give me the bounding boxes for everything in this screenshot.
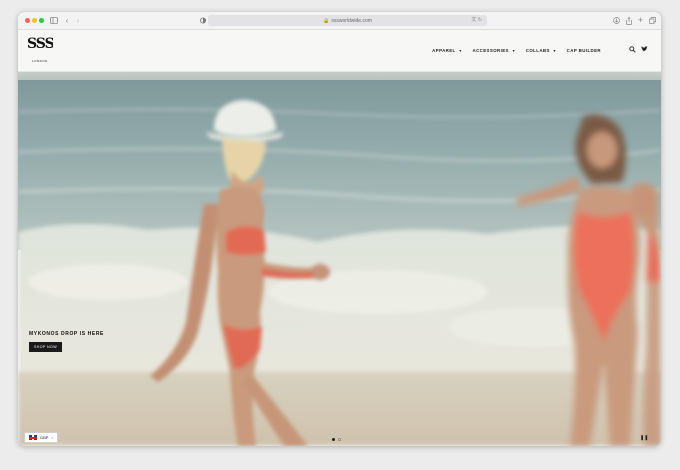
logo-subtitle: LONDON: [32, 59, 48, 63]
slide-pagination: [332, 438, 341, 441]
uk-flag-icon: [29, 435, 37, 440]
caret-down-icon: ▼: [552, 48, 557, 53]
browser-window: ‹ › 🔒 sssworldwide.com 文 ↻ + SSS LONDON …: [18, 12, 661, 446]
nav-collabs[interactable]: COLLABS ▼: [526, 48, 557, 53]
nav-cap-builder[interactable]: CAP BUILDER: [567, 48, 601, 53]
nav-apparel[interactable]: APPAREL ▼: [432, 48, 462, 53]
hero-image: [18, 72, 661, 446]
browser-titlebar: ‹ › 🔒 sssworldwide.com 文 ↻ +: [18, 12, 661, 30]
nav-accessories-label: ACCESSORIES: [472, 48, 509, 53]
main-nav: APPAREL ▼ ACCESSORIES ▼ COLLABS ▼ CAP BUILD…: [432, 48, 601, 53]
pause-icon[interactable]: ❚❚: [640, 435, 648, 441]
address-bar[interactable]: 🔒 sssworldwide.com 文 ↻: [208, 15, 487, 26]
nav-cap-builder-label: CAP BUILDER: [566, 48, 601, 53]
lock-icon: 🔒: [323, 17, 330, 24]
logo-text: SSS: [27, 36, 53, 51]
search-icon[interactable]: [629, 46, 636, 55]
nav-apparel-label: APPAREL: [432, 48, 456, 53]
chevron-right-icon[interactable]: ›: [75, 15, 81, 26]
shop-now-button[interactable]: SHOP NOW: [29, 342, 62, 352]
currency-selector[interactable]: GBP ›: [24, 432, 58, 443]
site-header: SSS LONDON APPAREL ▼ ACCESSORIES ▼ COLLABS…: [18, 30, 661, 72]
share-icon[interactable]: [625, 15, 632, 26]
translate-icon[interactable]: 文 ↻: [471, 15, 482, 26]
nav-collabs-label: COLLABS: [525, 48, 550, 53]
tab-overview-icon[interactable]: [649, 15, 656, 26]
caret-down-icon: ▼: [458, 48, 463, 53]
hero-banner[interactable]: MYKONOS DROP IS HERE SHOP NOW GBP › ❚❚: [18, 72, 661, 446]
chevron-right-icon: ›: [51, 435, 53, 440]
sidebar-icon[interactable]: [49, 15, 58, 26]
website: SSS LONDON APPAREL ▼ ACCESSORIES ▼ COLLABS…: [18, 30, 661, 446]
chevron-left-icon[interactable]: ‹: [64, 15, 70, 26]
url-text: sssworldwide.com: [331, 17, 372, 24]
currency-code: GBP: [40, 435, 49, 440]
nav-accessories[interactable]: ACCESSORIES ▼: [473, 48, 516, 53]
slide-dot-1[interactable]: [332, 438, 335, 441]
caret-down-icon: ▼: [511, 48, 516, 53]
plus-icon[interactable]: +: [637, 15, 644, 26]
hero-title: MYKONOS DROP IS HERE: [29, 331, 104, 337]
minimize-window-button[interactable]: [32, 18, 37, 23]
twitter-icon[interactable]: [641, 46, 648, 54]
brand-logo[interactable]: SSS: [27, 36, 56, 56]
privacy-shield-icon[interactable]: [199, 15, 206, 26]
download-icon[interactable]: [613, 15, 620, 26]
slide-dot-2[interactable]: [338, 438, 341, 441]
close-window-button[interactable]: [25, 18, 30, 23]
zoom-window-button[interactable]: [39, 18, 44, 23]
